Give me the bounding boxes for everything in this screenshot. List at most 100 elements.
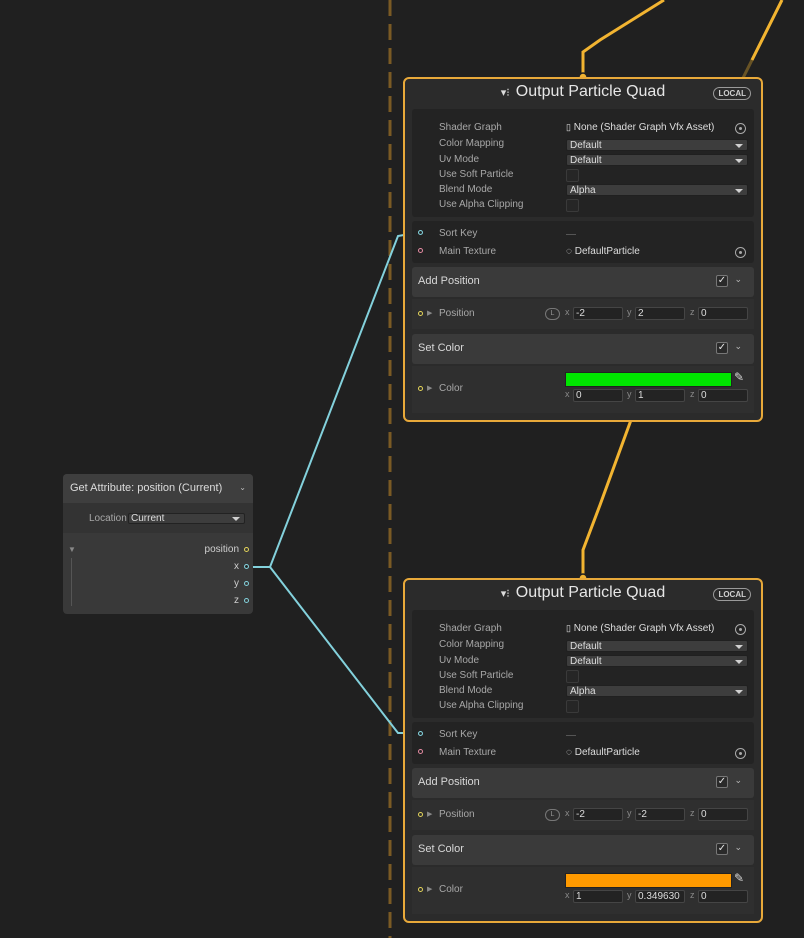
operator-header[interactable]: Get Attribute: position (Current) ⌄ [63, 474, 253, 503]
space-badge-local[interactable]: LOCAL [713, 87, 751, 100]
blend-mode-label: Blend Mode [439, 685, 493, 696]
get-attribute-position-node[interactable]: Get Attribute: position (Current) ⌄ Loca… [63, 474, 253, 614]
eyedropper-icon[interactable]: ✎ [734, 871, 744, 885]
flow-wire-top-right-outer [750, 0, 784, 61]
color-input-port[interactable] [418, 887, 423, 892]
set-color-block[interactable]: Set Color ✓ ⌄ [412, 334, 754, 364]
add-position-title: Add Position [418, 275, 480, 287]
context-title: ▾⁝ Output Particle Quad [500, 584, 666, 601]
vfx-output-icon: ▾⁝ [500, 588, 510, 600]
soft-particle-label: Use Soft Particle [439, 169, 514, 180]
location-label: Location [89, 513, 127, 524]
object-picker-icon[interactable] [735, 748, 746, 759]
set-color-body: ▶ Color ✎ x0 y1 z0 [412, 366, 754, 413]
output-y-label: y [234, 578, 239, 589]
output-z-port[interactable] [244, 598, 249, 603]
alpha-clipping-label: Use Alpha Clipping [439, 700, 524, 711]
set-color-enabled-checkbox[interactable]: ✓ [716, 342, 728, 354]
output-z-label: z [234, 595, 239, 606]
shader-graph-field[interactable]: ▯ None (Shader Graph Vfx Asset) [566, 623, 748, 637]
output-y-port[interactable] [244, 581, 249, 586]
vfx-output-icon: ▾⁝ [500, 87, 510, 99]
color-mapping-label: Color Mapping [439, 138, 505, 149]
color-swatch[interactable] [565, 372, 732, 387]
context-inputs-panel: Sort Key Main Texture ◌ DefaultParticle [412, 221, 754, 263]
alpha-clipping-checkbox[interactable] [566, 199, 579, 212]
color-input-port[interactable] [418, 386, 423, 391]
position-input-port[interactable] [418, 311, 423, 316]
sort-key-label: Sort Key [439, 729, 478, 740]
uv-mode-label: Uv Mode [439, 154, 480, 165]
main-texture-field[interactable]: ◌ DefaultParticle [566, 747, 748, 761]
local-space-toggle[interactable]: L [545, 809, 560, 821]
add-position-enabled-checkbox[interactable]: ✓ [716, 776, 728, 788]
set-color-body: ▶ Color ✎ x1 y 0.349630 z0 [412, 867, 754, 914]
position-input-port[interactable] [418, 812, 423, 817]
uv-mode-label: Uv Mode [439, 655, 480, 666]
output-x-label: x [234, 561, 239, 572]
main-texture-label: Main Texture [439, 246, 497, 257]
main-texture-label: Main Texture [439, 747, 497, 758]
data-wire-x-to-sort-key-2 [269, 566, 421, 734]
sort-key-connected-indicator [566, 735, 576, 736]
shader-graph-row: Shader Graph ▯ None (Shader Graph Vfx As… [412, 623, 754, 637]
expand-triangle-icon[interactable]: ▶ [427, 810, 432, 818]
chevron-down-icon[interactable]: ⌄ [734, 775, 742, 786]
operator-settings: Location Current [63, 503, 253, 533]
chevron-down-icon[interactable]: ⌄ [734, 842, 742, 853]
context-title: ▾⁝ Output Particle Quad [500, 83, 666, 100]
color-mapping-label: Color Mapping [439, 639, 505, 650]
local-space-toggle[interactable]: L [545, 308, 560, 320]
context-settings-panel: Shader Graph ▯ None (Shader Graph Vfx As… [412, 610, 754, 718]
expand-triangle-icon[interactable]: ▶ [427, 885, 432, 893]
set-color-title: Set Color [418, 342, 464, 354]
soft-particle-checkbox[interactable] [566, 169, 579, 182]
object-picker-icon[interactable] [735, 247, 746, 258]
output-position-label: position [204, 544, 239, 555]
set-color-enabled-checkbox[interactable]: ✓ [716, 843, 728, 855]
expand-triangle-icon[interactable]: ▼ [68, 545, 76, 554]
set-color-block[interactable]: Set Color ✓ ⌄ [412, 835, 754, 865]
texture-icon: ◌ [566, 747, 572, 758]
file-icon: ▯ [566, 122, 571, 132]
file-icon: ▯ [566, 623, 571, 633]
texture-icon: ◌ [566, 246, 572, 257]
space-badge-local[interactable]: LOCAL [713, 588, 751, 601]
data-wire-x-to-sort-key-1 [246, 231, 422, 568]
flow-wire-top-left [581, 0, 665, 76]
color-swatch[interactable] [565, 873, 732, 888]
add-position-block[interactable]: Add Position ✓ ⌄ [412, 267, 754, 297]
chevron-down-icon[interactable]: ⌄ [734, 341, 742, 352]
add-position-body: ▶ Position L x -2 y2 z0 [412, 299, 754, 329]
add-position-enabled-checkbox[interactable]: ✓ [716, 275, 728, 287]
output-particle-quad-context-1[interactable]: ▾⁝ Output Particle Quad LOCAL Shader Grap… [403, 77, 763, 422]
main-texture-field[interactable]: ◌ DefaultParticle [566, 246, 748, 260]
alpha-clipping-checkbox[interactable] [566, 700, 579, 713]
chevron-down-icon[interactable]: ⌄ [239, 483, 246, 492]
add-position-body: ▶ Position L x -2 y -2 z0 [412, 800, 754, 830]
object-picker-icon[interactable] [735, 624, 746, 635]
context-settings-panel: Shader Graph ▯ None (Shader Graph Vfx As… [412, 109, 754, 217]
soft-particle-checkbox[interactable] [566, 670, 579, 683]
position-label: Position [439, 809, 475, 820]
expand-triangle-icon[interactable]: ▶ [427, 384, 432, 392]
sort-key-connected-indicator [566, 234, 576, 235]
object-picker-icon[interactable] [735, 123, 746, 134]
soft-particle-label: Use Soft Particle [439, 670, 514, 681]
add-position-title: Add Position [418, 776, 480, 788]
position-label: Position [439, 308, 475, 319]
tree-guide-line [71, 558, 72, 606]
output-particle-quad-context-2[interactable]: ▾⁝ Output Particle Quad LOCAL Shader Grap… [403, 578, 763, 923]
sort-key-label: Sort Key [439, 228, 478, 239]
shader-graph-field[interactable]: ▯ None (Shader Graph Vfx Asset) [566, 122, 748, 136]
expand-triangle-icon[interactable]: ▶ [427, 309, 432, 317]
set-color-title: Set Color [418, 843, 464, 855]
output-position-port[interactable] [244, 547, 249, 552]
output-x-port[interactable] [244, 564, 249, 569]
color-label: Color [439, 884, 463, 895]
color-label: Color [439, 383, 463, 394]
location-dropdown[interactable]: Current [128, 513, 245, 524]
add-position-block[interactable]: Add Position ✓ ⌄ [412, 768, 754, 798]
eyedropper-icon[interactable]: ✎ [734, 370, 744, 384]
chevron-down-icon[interactable]: ⌄ [734, 274, 742, 285]
